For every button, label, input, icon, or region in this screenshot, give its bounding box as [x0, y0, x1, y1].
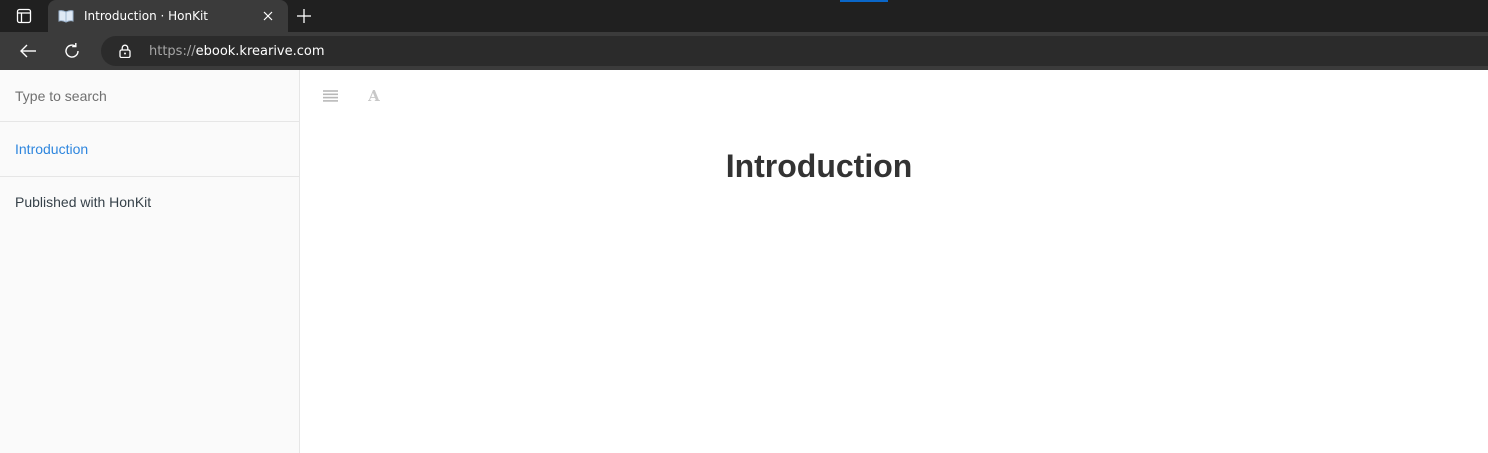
font-settings-icon: A	[368, 87, 380, 105]
toggle-summary-button[interactable]	[315, 84, 345, 108]
list-icon	[322, 90, 338, 102]
published-with-link[interactable]: Published with HonKit	[0, 177, 299, 227]
book-header: A	[300, 70, 1488, 120]
page-title: Introduction	[725, 148, 913, 184]
url-host: ebook.krearive.com	[195, 43, 325, 59]
back-button[interactable]	[13, 36, 43, 66]
page-viewport: Introduction Published with HonKit A Int	[0, 70, 1488, 453]
font-settings-button[interactable]: A	[359, 84, 389, 108]
sidebar-toggle-icon	[16, 8, 32, 24]
address-bar[interactable]: https://ebook.krearive.com	[101, 36, 1488, 66]
search-input[interactable]	[0, 70, 299, 121]
reload-icon	[65, 43, 79, 58]
tab-actions-button[interactable]	[0, 0, 48, 32]
summary-list: Introduction Published with HonKit	[0, 122, 299, 227]
plus-icon	[297, 9, 311, 23]
tab-title: Introduction · HonKit	[84, 9, 208, 23]
close-icon[interactable]	[258, 6, 278, 26]
browser-tab[interactable]: Introduction · HonKit	[48, 0, 288, 32]
summary-item-label[interactable]: Introduction	[15, 141, 88, 157]
summary-item-introduction[interactable]: Introduction	[0, 122, 299, 176]
browser-toolbar: https://ebook.krearive.com	[0, 32, 1488, 70]
search-box	[0, 70, 299, 122]
new-tab-button[interactable]	[290, 2, 318, 30]
url-text[interactable]: https://ebook.krearive.com	[149, 44, 325, 59]
loading-indicator	[840, 0, 888, 2]
url-scheme: https://	[149, 43, 196, 59]
back-arrow-icon	[20, 44, 36, 58]
browser-tabstrip: Introduction · HonKit	[0, 0, 1488, 32]
reload-button[interactable]	[57, 36, 87, 66]
book-icon	[58, 8, 74, 24]
lock-icon[interactable]	[117, 43, 133, 59]
book-body: A Introduction	[300, 70, 1488, 453]
book-summary-sidebar: Introduction Published with HonKit	[0, 70, 300, 453]
